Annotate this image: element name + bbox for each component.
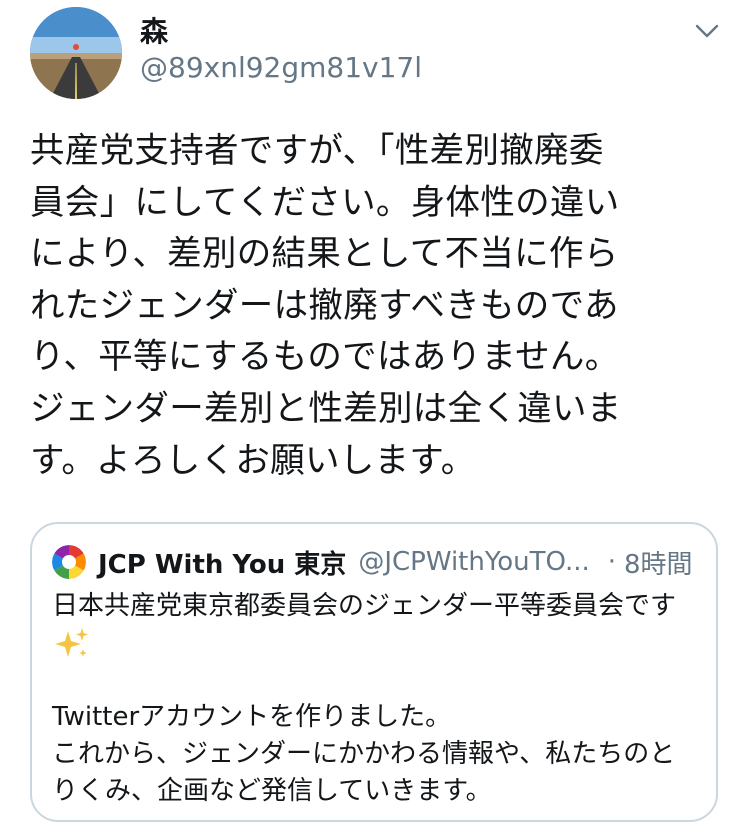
avatar[interactable] — [30, 7, 122, 99]
quoted-user-handle[interactable]: @JCPWithYouTO... — [358, 547, 589, 577]
quoted-display-name[interactable]: JCP With You 東京 — [98, 544, 346, 581]
user-handle[interactable]: @89xnl92gm81v17l — [140, 50, 422, 86]
avatar-road-image — [30, 7, 122, 99]
chevron-down-icon — [695, 24, 719, 38]
separator-dot: · — [607, 547, 617, 577]
quoted-line-6: りくみ、企画など発信していきます。 — [52, 776, 492, 806]
quoted-avatar[interactable] — [52, 545, 86, 579]
display-name[interactable]: 森 — [140, 14, 168, 50]
quoted-line-4: Twitterアカウントを作りました。 — [52, 702, 452, 732]
quoted-timestamp[interactable]: 8時間 — [624, 544, 693, 581]
sparkles-icon — [52, 625, 704, 662]
quoted-tweet-card[interactable]: JCP With You 東京 @JCPWithYouTO... · 8時間 日… — [30, 522, 718, 822]
quoted-tweet-text: 日本共産党東京都委員会のジェンダー平等委員会です Twitterアカウントを作り… — [52, 588, 704, 810]
quoted-line-blank — [52, 662, 704, 699]
quoted-line-5: これから、ジェンダーにかかわる情報や、私たちのと — [52, 739, 676, 769]
more-options-button[interactable] — [692, 18, 722, 44]
quoted-tweet-header: JCP With You 東京 @JCPWithYouTO... · 8時間 — [52, 544, 700, 580]
quoted-line-1: 日本共産党東京都委員会のジェンダー平等委員会です — [52, 591, 677, 621]
tweet-text: 共産党支持者ですが、「性差別撤廃委 員会」にしてください。身体性の違い により、… — [30, 131, 622, 481]
